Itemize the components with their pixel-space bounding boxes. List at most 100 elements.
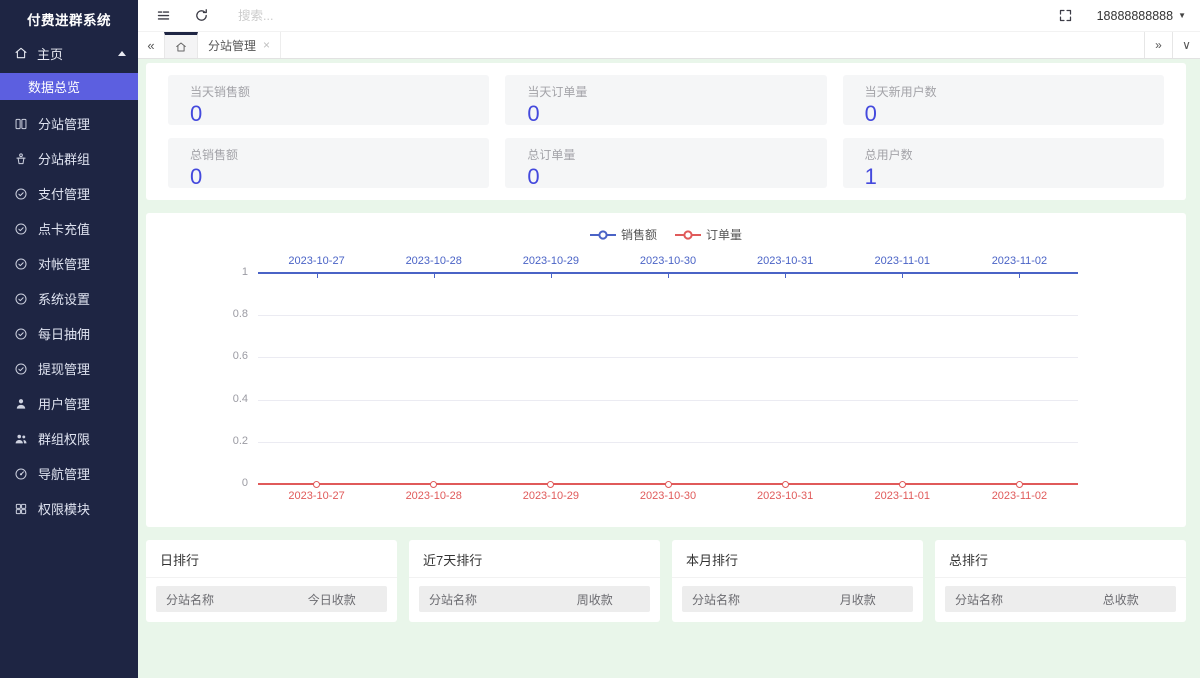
y-axis-label: 0 — [241, 477, 248, 489]
ranking-card-0: 日排行分站名称 今日收款 — [146, 540, 397, 622]
ranking-column-header: 分站名称 — [166, 592, 215, 607]
ranking-card-3: 总排行分站名称 总收款 — [935, 540, 1186, 622]
sidebar-item-label: 对帐管理 — [38, 257, 91, 272]
chart-plot: 0 0.2 0.4 0.6 0.8 1 2023-10-27 2023-10-27 2023-1… — [233, 255, 1078, 502]
y-axis-label: 0.8 — [232, 308, 248, 321]
circle-check-icon — [14, 362, 28, 376]
circle-check-icon — [14, 292, 28, 306]
tab-substation-management[interactable]: 分站管理 × — [198, 32, 282, 58]
tabbar: « 分站管理 × » ∨ — [138, 32, 1200, 59]
series-marker — [547, 480, 555, 488]
sidebar-item-label: 群组权限 — [38, 432, 91, 447]
sidebar-item-9[interactable]: 群组权限 — [0, 421, 138, 456]
ranking-column-header: 分站名称 — [429, 592, 478, 607]
y-axis-label: 0.2 — [232, 434, 248, 447]
series-marker — [898, 480, 906, 488]
ranking-title: 近7天排行 — [409, 540, 660, 578]
y-axis-label: 0.4 — [232, 392, 248, 405]
sidebar-item-label: 主页 — [37, 46, 64, 62]
legend-item-0[interactable]: 销售额 — [589, 226, 657, 243]
circle-check-icon — [14, 327, 28, 341]
content-area: 当天销售额 0 当天订单量 0 当天新用户数 0 总销售额 0 总订单量 0 总用户数 1 销售额 订单… — [138, 59, 1200, 678]
chart-panel: 销售额 订单量 0 0.2 0.4 0.6 0.8 1 2023-10-27 2023-10-2… — [146, 213, 1186, 527]
chevron-up-icon — [118, 50, 126, 56]
x-axis-tick — [550, 274, 552, 278]
stat-value: 0 — [527, 101, 540, 126]
series-marker — [1015, 480, 1023, 488]
sidebar-item-label: 系统设置 — [38, 292, 91, 307]
sidebar-subitem-label: 数据总览 — [28, 80, 81, 95]
ranking-title: 日排行 — [146, 540, 397, 578]
stat-value: 1 — [864, 164, 877, 189]
menu-fold-icon[interactable] — [154, 7, 172, 25]
sidebar-item-label: 权限模块 — [38, 502, 91, 517]
sidebar-item-8[interactable]: 用户管理 — [0, 386, 138, 421]
sidebar-item-2[interactable]: 支付管理 — [0, 176, 138, 211]
legend-item-1[interactable]: 订单量 — [675, 226, 742, 243]
topbar: 18888888888 ▼ — [138, 0, 1200, 32]
sidebar-item-home[interactable]: 主页 — [0, 38, 138, 68]
caret-down-icon: ▼ — [1178, 11, 1186, 20]
tabs-scroll-right-icon[interactable]: » — [1144, 32, 1172, 58]
ranking-column-header: 周收款 — [576, 592, 613, 607]
x-axis-label-bottom: 2023-11-01 — [874, 490, 930, 502]
sidebar-item-data-overview[interactable]: 数据总览 — [0, 73, 138, 100]
ranking-card-2: 本月排行分站名称 月收款 — [672, 540, 923, 622]
sidebar-item-label: 提现管理 — [38, 362, 91, 377]
stats-panel: 当天销售额 0 当天订单量 0 当天新用户数 0 总销售额 0 总订单量 0 总用户数 1 — [146, 63, 1186, 200]
x-axis-tick — [433, 274, 435, 278]
grid-line — [258, 399, 1078, 401]
stat-value: 0 — [190, 101, 203, 126]
ranking-title: 本月排行 — [672, 540, 923, 578]
ranking-table-header: 分站名称 月收款 — [682, 586, 913, 612]
stat-value: 0 — [527, 164, 540, 189]
tab-label: 分站管理 — [208, 38, 257, 53]
sidebar-menu: 分站管理分站群组支付管理点卡充值对帐管理系统设置每日抽佣提现管理用户管理群组权限… — [0, 106, 138, 526]
sidebar-item-0[interactable]: 分站管理 — [0, 106, 138, 141]
stat-card-2: 当天新用户数 0 — [842, 75, 1164, 126]
sidebar-item-label: 支付管理 — [38, 187, 91, 202]
sidebar-item-7[interactable]: 提现管理 — [0, 351, 138, 386]
ranking-column-header: 分站名称 — [955, 592, 1004, 607]
x-axis-label-bottom: 2023-10-31 — [757, 490, 814, 502]
sidebar-item-11[interactable]: 权限模块 — [0, 491, 138, 526]
x-axis-label-top: 2023-10-28 — [405, 255, 462, 267]
series-marker — [664, 480, 672, 488]
tabs-scroll-left-icon[interactable]: « — [138, 32, 164, 58]
tabbar-right-controls: » ∨ — [1144, 32, 1200, 58]
refresh-icon[interactable] — [192, 7, 210, 25]
x-axis-label-bottom: 2023-10-27 — [288, 490, 345, 502]
users-icon — [14, 432, 28, 446]
sidebar-item-6[interactable]: 每日抽佣 — [0, 316, 138, 351]
stat-label: 总用户数 — [864, 148, 913, 162]
sidebar-item-1[interactable]: 分站群组 — [0, 141, 138, 176]
ranking-title: 总排行 — [935, 540, 1186, 578]
sidebar-item-3[interactable]: 点卡充值 — [0, 211, 138, 246]
tabs-menu-icon[interactable]: ∨ — [1172, 32, 1200, 58]
gauge-icon — [14, 467, 28, 481]
x-axis-label-bottom: 2023-10-28 — [405, 490, 462, 502]
ranking-table-header: 分站名称 总收款 — [945, 586, 1176, 612]
ranking-table-header: 分站名称 周收款 — [419, 586, 650, 612]
tab-home[interactable] — [164, 32, 198, 58]
circle-check-icon — [14, 257, 28, 271]
sidebar-item-label: 分站群组 — [38, 152, 91, 167]
close-icon[interactable]: × — [263, 38, 270, 52]
podium-icon — [14, 152, 28, 166]
sidebar-item-5[interactable]: 系统设置 — [0, 281, 138, 316]
sidebar-item-10[interactable]: 导航管理 — [0, 456, 138, 491]
fullscreen-icon[interactable] — [1057, 7, 1075, 25]
stat-card-4: 总订单量 0 — [505, 138, 827, 189]
ranking-table-header: 分站名称 今日收款 — [156, 586, 387, 612]
x-axis-label-bottom: 2023-10-29 — [522, 490, 579, 502]
search-input[interactable] — [238, 8, 398, 23]
x-axis-label-top: 2023-10-31 — [757, 255, 814, 267]
user-dropdown[interactable]: 18888888888 ▼ — [1097, 9, 1186, 23]
home-icon — [14, 46, 28, 60]
stat-label: 当天销售额 — [190, 85, 251, 99]
ranking-column-header: 分站名称 — [692, 592, 741, 607]
stat-label: 总销售额 — [190, 148, 239, 162]
user-phone: 18888888888 — [1096, 8, 1174, 23]
sidebar-item-4[interactable]: 对帐管理 — [0, 246, 138, 281]
legend-label: 销售额 — [620, 228, 657, 242]
